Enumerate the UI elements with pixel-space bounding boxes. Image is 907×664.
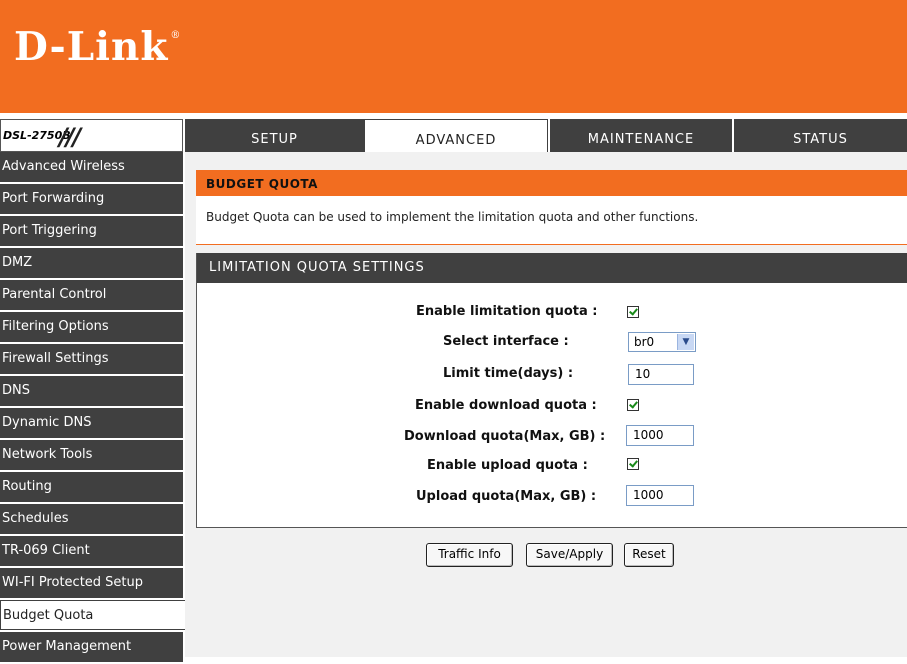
dlink-logo: D-Link ® bbox=[14, 24, 182, 70]
tab-setup[interactable]: SETUP bbox=[183, 119, 364, 152]
tab-advanced[interactable]: ADVANCED bbox=[364, 119, 548, 155]
chevron-down-icon[interactable]: ▼ bbox=[677, 334, 694, 350]
sidebar-item-budget-quota[interactable]: Budget Quota bbox=[0, 600, 185, 630]
budget-quota-description: Budget Quota can be used to implement th… bbox=[206, 210, 699, 224]
tab-status[interactable]: STATUS bbox=[732, 119, 907, 152]
traffic-info-button[interactable]: Traffic Info bbox=[426, 543, 513, 567]
registered-mark: ® bbox=[170, 30, 182, 41]
sidebar-nav: Advanced Wireless Port Forwarding Port T… bbox=[0, 152, 185, 664]
sidebar-item-port-triggering[interactable]: Port Triggering bbox=[0, 216, 185, 246]
top-tabs: SETUP ADVANCED MAINTENANCE STATUS bbox=[183, 119, 907, 155]
brand-header: D-Link ® bbox=[0, 0, 907, 113]
enable-limitation-checkbox[interactable] bbox=[627, 306, 639, 318]
upload-quota-input[interactable]: 1000 bbox=[626, 485, 694, 506]
select-interface-label: Select interface : bbox=[443, 334, 569, 349]
limitation-quota-section: LIMITATION QUOTA SETTINGS bbox=[196, 253, 907, 528]
sidebar-item-schedules[interactable]: Schedules bbox=[0, 504, 185, 534]
interface-select-value: br0 bbox=[634, 335, 655, 349]
upload-quota-label: Upload quota(Max, GB) : bbox=[416, 489, 597, 504]
download-quota-input[interactable]: 1000 bbox=[626, 425, 694, 446]
sidebar-item-dns[interactable]: DNS bbox=[0, 376, 185, 406]
model-slashes: /// bbox=[59, 123, 81, 151]
sidebar-item-port-forwarding[interactable]: Port Forwarding bbox=[0, 184, 185, 214]
reset-button[interactable]: Reset bbox=[624, 543, 674, 567]
budget-quota-section: BUDGET QUOTA Budget Quota can be used to… bbox=[196, 170, 907, 245]
tab-maintenance[interactable]: MAINTENANCE bbox=[548, 119, 732, 152]
enable-download-label: Enable download quota : bbox=[415, 398, 597, 413]
sidebar-item-firewall-settings[interactable]: Firewall Settings bbox=[0, 344, 185, 374]
limitation-quota-title: LIMITATION QUOTA SETTINGS bbox=[197, 253, 907, 283]
limit-time-input[interactable]: 10 bbox=[628, 364, 694, 385]
sidebar-item-wifi-protected-setup[interactable]: WI-FI Protected Setup bbox=[0, 568, 185, 598]
sidebar-item-filtering-options[interactable]: Filtering Options bbox=[0, 312, 185, 342]
limit-time-label: Limit time(days) : bbox=[443, 366, 574, 381]
save-apply-button[interactable]: Save/Apply bbox=[526, 543, 613, 567]
budget-quota-title: BUDGET QUOTA bbox=[196, 170, 907, 196]
enable-download-checkbox[interactable] bbox=[627, 399, 639, 411]
sidebar-item-routing[interactable]: Routing bbox=[0, 472, 185, 502]
interface-select[interactable]: br0 ▼ bbox=[628, 332, 696, 352]
logo-text: D-Link bbox=[14, 24, 169, 70]
enable-upload-checkbox[interactable] bbox=[627, 458, 639, 470]
sidebar-item-tr069-client[interactable]: TR-069 Client bbox=[0, 536, 185, 566]
sidebar-item-parental-control[interactable]: Parental Control bbox=[0, 280, 185, 310]
sidebar-item-dmz[interactable]: DMZ bbox=[0, 248, 185, 278]
sidebar-item-network-tools[interactable]: Network Tools bbox=[0, 440, 185, 470]
model-badge: DSL-2750B /// bbox=[0, 119, 183, 152]
enable-upload-label: Enable upload quota : bbox=[427, 458, 588, 473]
sidebar-item-power-management[interactable]: Power Management bbox=[0, 632, 185, 662]
download-quota-label: Download quota(Max, GB) : bbox=[404, 429, 606, 444]
sidebar-item-dynamic-dns[interactable]: Dynamic DNS bbox=[0, 408, 185, 438]
sidebar-item-advanced-wireless[interactable]: Advanced Wireless bbox=[0, 152, 185, 182]
enable-limitation-label: Enable limitation quota : bbox=[416, 304, 598, 319]
